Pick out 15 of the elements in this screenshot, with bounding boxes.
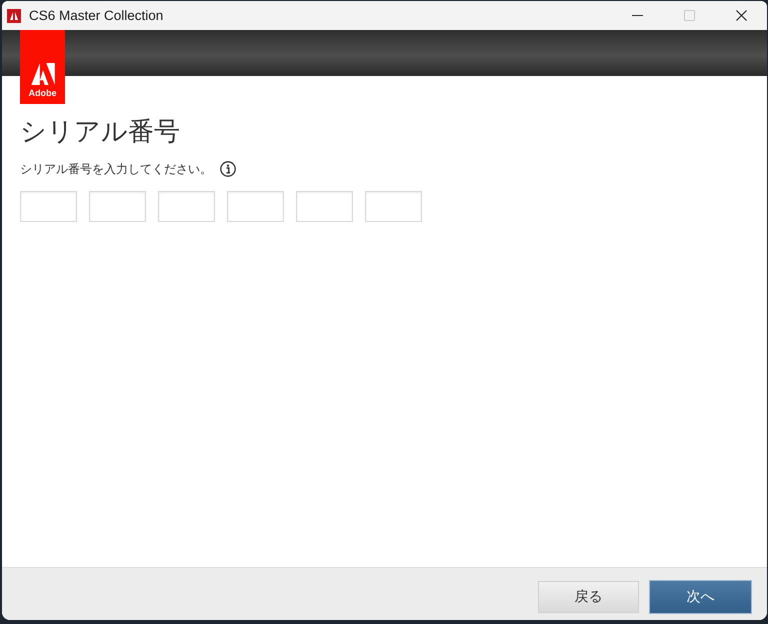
serial-field[interactable] [227, 191, 284, 222]
serial-field[interactable] [296, 191, 353, 222]
instruction-text: シリアル番号を入力してください。 [20, 161, 212, 177]
page-heading: シリアル番号 [20, 116, 180, 149]
next-button[interactable]: 次へ [649, 580, 752, 614]
serial-field[interactable] [158, 191, 215, 222]
logo-text: Adobe [28, 89, 56, 98]
back-button[interactable]: 戻る [538, 581, 639, 613]
info-icon[interactable] [220, 161, 236, 177]
app-icon [7, 8, 21, 22]
serial-field[interactable] [365, 191, 422, 222]
serial-field[interactable] [89, 191, 146, 222]
logo-mark-icon [30, 63, 54, 85]
window-title: CS6 Master Collection [29, 8, 164, 23]
serial-field[interactable] [20, 191, 77, 222]
